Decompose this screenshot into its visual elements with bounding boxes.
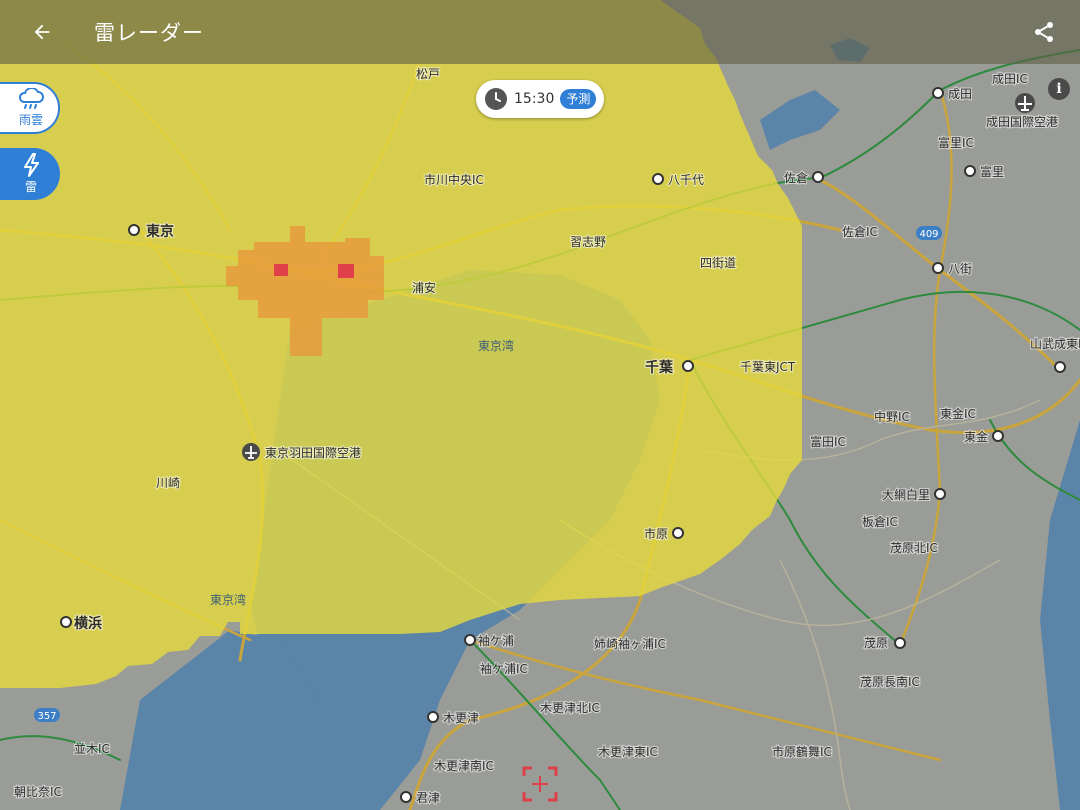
label-yachimata: 八街 [948,262,972,276]
crosshair-icon[interactable] [522,766,558,802]
label-yotsukaido: 四街道 [700,256,736,270]
city-marker [894,637,906,649]
label-mobara-kita-ic: 茂原北IC [890,541,938,555]
airport-icon [1015,93,1035,113]
airport-icon [242,443,260,461]
city-marker [464,634,476,646]
city-marker [400,791,412,803]
label-asahina-ic: 朝比奈IC [14,785,62,799]
city-marker [128,224,140,236]
label-sodegaura-ic: 袖ケ浦IC [480,661,528,676]
label-oamishirasato: 大網白里 [882,487,930,502]
back-button[interactable] [24,14,60,50]
label-kisarazu-east-ic: 木更津東IC [598,745,658,759]
map-canvas[interactable]: 409 357 東京 千葉 横浜 川崎 成田 成田国際空港 成田IC 富里IC … [0,0,1080,810]
label-urayasu: 浦安 [412,280,436,295]
label-tomida-ic: 富田IC [810,434,846,449]
city-marker [682,360,694,372]
page-title: 雷レーダー [94,21,204,45]
label-mobara-nagara-ic: 茂原長南IC [860,674,920,689]
thunder-level-high-cell [338,264,354,278]
thunder-mode-label: 雷 [24,180,37,194]
city-marker [932,262,944,274]
arrow-left-icon [34,24,50,40]
forecast-time-selector[interactable]: 15:30 予測 [476,80,604,118]
label-nakano-ic: 中野IC [874,409,910,424]
label-sodegaura: 袖ケ浦 [478,633,514,648]
clock-icon [485,88,507,110]
label-narashino: 習志野 [570,235,606,249]
label-sakura-ic: 佐倉IC [842,224,878,239]
label-ichihara: 市原 [644,526,668,541]
city-marker [427,711,439,723]
label-kisarazu-south-ic: 木更津南IC [434,758,494,773]
label-kisarazu-north-ic: 木更津北IC [540,701,600,715]
forecast-badge: 予測 [560,89,597,109]
info-button[interactable]: i [1048,78,1070,100]
label-kimitsu: 君津 [416,791,440,805]
route-shield: 357 [34,708,60,722]
thunder-mode-button[interactable]: 雷 [0,148,60,200]
route-shield: 409 [916,226,942,240]
label-mobara: 茂原 [864,636,888,650]
label-sanmu-ic: 山武成東IC [1030,337,1080,351]
label-tokyo: 東京 [146,223,174,240]
forecast-time: 15:30 [514,91,555,107]
rain-cloud-mode-button[interactable]: 雨雲 [0,82,60,134]
label-matsudo: 松戸 [416,67,440,81]
label-narita-airport: 成田国際空港 [986,115,1058,129]
city-marker [652,173,664,185]
city-marker [812,171,824,183]
cloud-rain-icon [18,88,44,109]
label-tokyo-bay: 東京湾 [478,338,514,353]
city-marker [672,527,684,539]
label-tomisato: 富里 [980,164,1004,179]
city-marker [932,87,944,99]
top-app-bar: 雷レーダー [0,0,1080,64]
label-togane-ic: 東金IC [940,406,976,421]
label-togane: 東金 [964,429,988,444]
city-marker [934,488,946,500]
label-namiki-ic: 並木IC [74,742,110,756]
label-ichihara-tsurumai-ic: 市原鶴舞IC [772,744,832,759]
label-tokyo-bay-south: 東京湾 [210,592,246,607]
label-kawasaki: 川崎 [156,476,180,490]
label-tomisato-ic: 富里IC [938,135,974,150]
label-haneda-airport: 東京羽田国際空港 [265,446,361,460]
label-chiba-east-jct: 千葉東JCT [740,360,796,374]
city-marker [60,616,72,628]
lightning-icon [24,153,39,177]
share-icon [1035,22,1053,42]
city-marker [964,165,976,177]
share-button[interactable] [1026,14,1062,50]
label-yokohama: 横浜 [74,615,102,632]
label-anegasaki-ic: 姉崎袖ヶ浦IC [594,636,666,651]
route-shield-label: 409 [919,229,938,240]
label-sakura: 佐倉 [784,170,808,185]
label-narita-ic: 成田IC [992,72,1028,86]
label-chiba: 千葉 [645,359,674,376]
label-itakura-ic: 板倉IC [862,514,898,529]
rain-cloud-mode-label: 雨雲 [18,113,43,127]
thunder-level-high-cell [274,264,288,276]
label-kisarazu: 木更津 [443,711,479,725]
city-marker [992,430,1004,442]
label-narita: 成田 [948,87,972,101]
city-marker [1054,361,1066,373]
route-shield-label: 357 [37,711,56,722]
label-yachiyo: 八千代 [668,173,704,187]
label-ichikawa-chuo-ic: 市川中央IC [424,172,484,187]
